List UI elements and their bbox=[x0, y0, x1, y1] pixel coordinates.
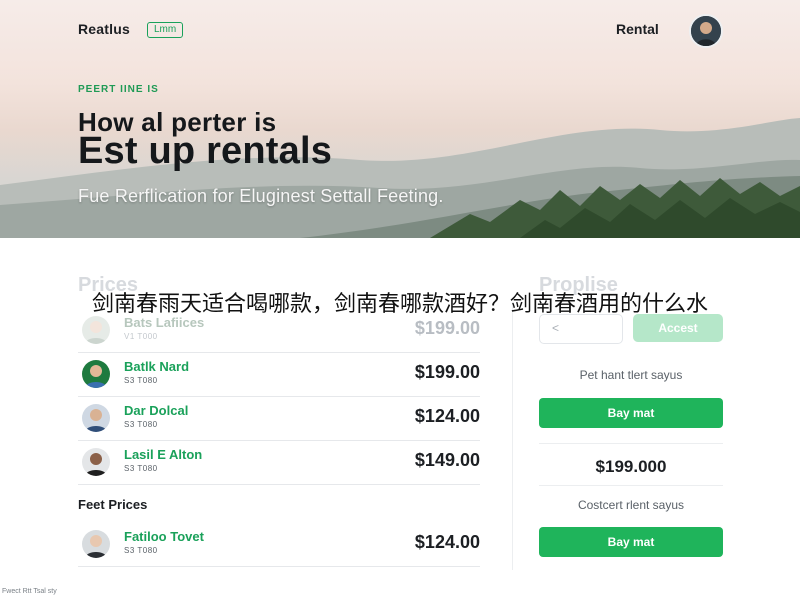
row-price: $124.00 bbox=[414, 406, 480, 426]
panel-divider-h bbox=[539, 485, 723, 486]
avatar bbox=[82, 360, 110, 388]
panel-price: $199.000 bbox=[595, 457, 667, 476]
feet-prices-title: Feet Prices bbox=[78, 497, 148, 512]
person-avatar-icon bbox=[82, 448, 110, 476]
buy-button-2[interactable]: Bay mat bbox=[539, 527, 723, 557]
chevron-left-icon: < bbox=[552, 321, 560, 335]
row-meta: S3 T080 bbox=[124, 376, 158, 385]
row-price: $199.00 bbox=[414, 318, 480, 338]
avatar bbox=[82, 316, 110, 344]
person-avatar-icon bbox=[82, 404, 110, 432]
hero-eyebrow: PEERT IINE IS bbox=[78, 84, 159, 95]
avatar bbox=[82, 530, 110, 558]
row-name: Dar Dolcal bbox=[124, 403, 189, 418]
user-avatar-icon bbox=[691, 16, 721, 46]
hero-banner: Reatlus Lmm Rental PEERT IINE IS How al … bbox=[0, 0, 800, 238]
row-meta: S3 T080 bbox=[124, 464, 158, 473]
hero-subheading: Fue Rerflication for Eluginest Settall F… bbox=[78, 186, 444, 206]
price-row[interactable]: Lasil E Alton S3 T080 $149.00 bbox=[78, 440, 480, 485]
row-price: $199.00 bbox=[414, 362, 480, 382]
panel-label-1: Pet hant tlert sayus bbox=[579, 368, 683, 382]
price-row[interactable]: Batlk Nard S3 T080 $199.00 bbox=[78, 352, 480, 397]
footer-text: Fwect Rtt Tsal sty bbox=[2, 588, 57, 595]
row-price: $149.00 bbox=[414, 450, 480, 470]
feature-price-row[interactable]: Fatiloo Tovet S3 T080 $124.00 bbox=[78, 522, 480, 567]
brand-logo[interactable]: Reatlus bbox=[78, 21, 130, 37]
row-price: $124.00 bbox=[414, 532, 480, 552]
panel-label-2: Costcert rlent sayus bbox=[577, 498, 685, 512]
nav-link-rental[interactable]: Rental bbox=[616, 21, 659, 37]
panel-divider bbox=[512, 302, 513, 570]
user-avatar[interactable] bbox=[689, 14, 723, 48]
back-button[interactable]: < bbox=[539, 314, 623, 344]
accept-button[interactable]: Accest bbox=[633, 314, 723, 342]
price-row[interactable]: Dar Dolcal S3 T080 $124.00 bbox=[78, 396, 480, 441]
person-avatar-icon bbox=[82, 360, 110, 388]
person-avatar-icon bbox=[82, 530, 110, 558]
row-name: Fatiloo Tovet bbox=[124, 529, 204, 544]
hero-heading-line2: Est up rentals bbox=[78, 130, 333, 172]
overlay-caption: 剑南春雨天适合喝哪款，剑南春哪款酒好？剑南春酒用的什么水 bbox=[91, 292, 708, 317]
row-meta: S3 T080 bbox=[124, 546, 158, 555]
brand-badge: Lmm bbox=[147, 22, 184, 38]
row-meta: S3 T080 bbox=[124, 420, 158, 429]
avatar bbox=[82, 448, 110, 476]
top-navigation-bar: Reatlus Lmm Rental bbox=[0, 0, 800, 58]
avatar bbox=[82, 404, 110, 432]
buy-button-1[interactable]: Bay mat bbox=[539, 398, 723, 428]
person-avatar-icon bbox=[82, 316, 110, 344]
row-name: Lasil E Alton bbox=[124, 447, 203, 462]
row-meta: V1 T000 bbox=[124, 332, 158, 341]
row-name: Batlk Nard bbox=[124, 359, 190, 374]
panel-divider-h bbox=[539, 443, 723, 444]
